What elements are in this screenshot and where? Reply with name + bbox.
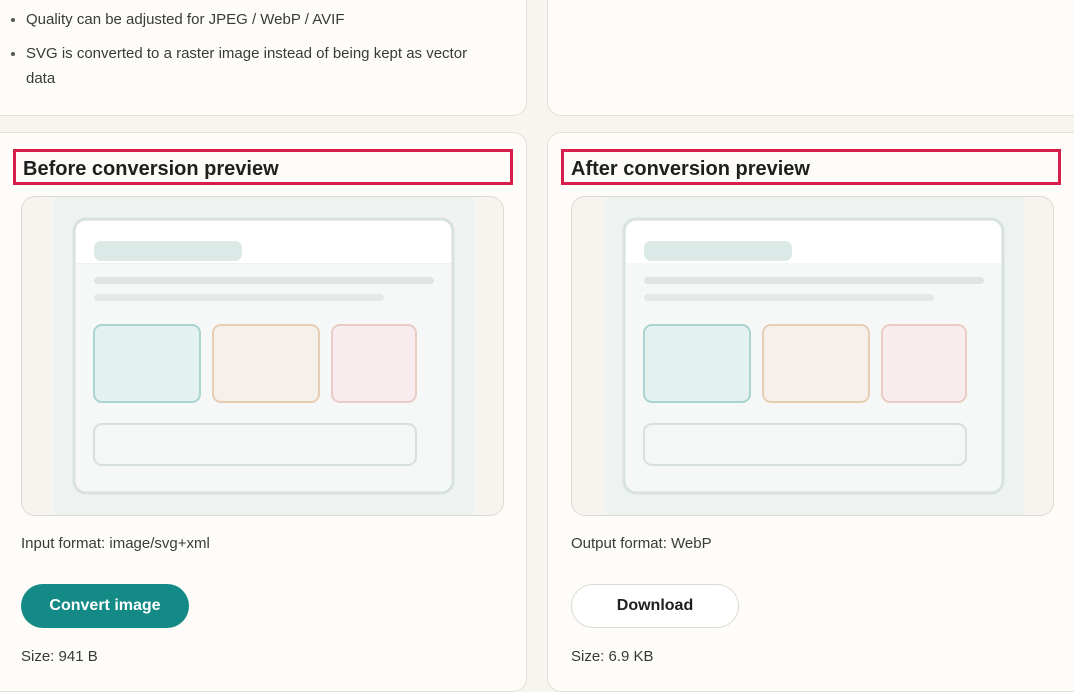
top-right-card	[547, 0, 1074, 116]
output-size-label: Size: 6.9 KB	[571, 648, 654, 665]
note-item: Quality can be adjusted for JPEG / WebP …	[11, 7, 491, 32]
after-preview-heading: After conversion preview	[561, 149, 1061, 185]
before-preview-image	[21, 196, 504, 516]
download-button[interactable]: Download	[571, 584, 739, 628]
after-preview-image	[571, 196, 1054, 516]
input-size-label: Size: 941 B	[21, 648, 98, 665]
after-conversion-card: After conversion preview Output format: …	[547, 132, 1074, 692]
notes-card: Quality can be adjusted for JPEG / WebP …	[0, 0, 527, 116]
before-preview-heading: Before conversion preview	[13, 149, 513, 185]
output-format-label: Output format: WebP	[571, 535, 712, 552]
mockup-illustration	[604, 197, 1024, 515]
convert-image-button[interactable]: Convert image	[21, 584, 189, 628]
mockup-illustration	[54, 197, 474, 515]
input-format-label: Input format: image/svg+xml	[21, 535, 210, 552]
notes-list: Quality can be adjusted for JPEG / WebP …	[11, 7, 491, 91]
note-item: SVG is converted to a raster image inste…	[11, 41, 491, 91]
before-conversion-card: Before conversion preview Input format: …	[0, 132, 527, 692]
